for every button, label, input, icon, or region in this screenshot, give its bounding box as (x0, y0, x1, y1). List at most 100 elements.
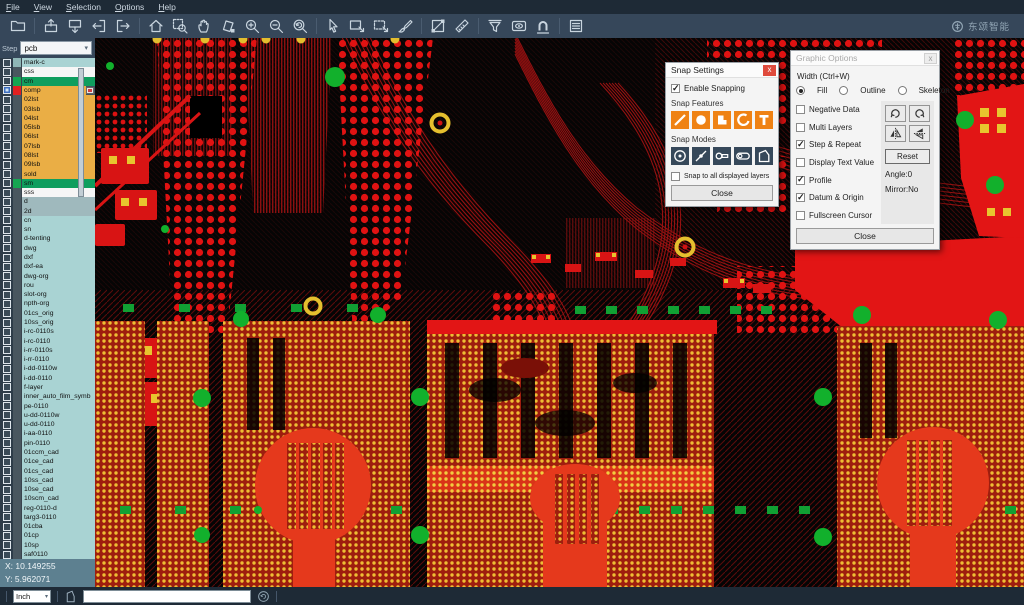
layer-row-i-rr-0110s[interactable]: i-rr-0110s (0, 346, 95, 355)
graphic-dialog-titlebar[interactable]: Graphic Options x (791, 51, 939, 66)
layer-color-swatch[interactable] (13, 420, 22, 429)
layer-color-swatch[interactable] (13, 466, 22, 475)
command-input[interactable] (83, 590, 251, 603)
step-select[interactable]: pcb ▾ (20, 41, 92, 55)
layer-color-swatch[interactable] (13, 188, 22, 197)
menu-view[interactable]: View (34, 2, 52, 12)
layer-color-swatch[interactable] (13, 336, 22, 345)
snap-mode-surface-button[interactable] (755, 147, 773, 165)
pan-button[interactable] (192, 16, 216, 37)
snap-mode-center-button[interactable] (671, 147, 689, 165)
layer-visibility-checkbox[interactable] (0, 244, 13, 253)
layer-visibility-checkbox[interactable] (0, 494, 13, 503)
checkbox-multi-layers[interactable] (796, 123, 805, 132)
layer-color-swatch[interactable] (13, 169, 22, 178)
layer-color-swatch[interactable] (13, 392, 22, 401)
layer-row-i-dd-0110[interactable]: i-dd-0110 (0, 374, 95, 383)
layer-row-cn[interactable]: cn (0, 216, 95, 225)
layer-row-d[interactable]: d (0, 197, 95, 206)
snap-all-layers-row[interactable]: Snap to all displayed layers (671, 172, 773, 181)
menu-file[interactable]: File (6, 2, 20, 12)
layer-visibility-checkbox[interactable] (0, 550, 13, 559)
zoom-polygon-button[interactable] (216, 16, 240, 37)
menu-options[interactable]: Options (115, 2, 144, 12)
layer-row-npth-org[interactable]: npth-org (0, 299, 95, 308)
layer-visibility-checkbox[interactable] (0, 466, 13, 475)
layer-visibility-checkbox[interactable] (0, 485, 13, 494)
snap-mode-midpoint-button[interactable] (692, 147, 710, 165)
layer-row-dwg[interactable]: dwg (0, 244, 95, 253)
layer-visibility-checkbox[interactable] (0, 207, 13, 216)
layer-color-swatch[interactable] (13, 550, 22, 559)
layer-visibility-checkbox[interactable] (0, 142, 13, 151)
snap-feature-text-button[interactable] (755, 111, 773, 129)
layer-color-swatch[interactable] (13, 541, 22, 550)
layer-visibility-checkbox[interactable] (0, 476, 13, 485)
layer-color-swatch[interactable] (13, 355, 22, 364)
layer-visibility-checkbox[interactable] (0, 309, 13, 318)
mirror-horizontal-button[interactable] (885, 125, 906, 142)
layer-color-swatch[interactable] (13, 67, 22, 76)
layer-visibility-checkbox[interactable] (0, 541, 13, 550)
layer-row-10ss_orig[interactable]: 10ss_orig (0, 318, 95, 327)
graphic-close-button[interactable]: Close (796, 228, 934, 244)
layer-visibility-checkbox[interactable] (0, 346, 13, 355)
layer-color-swatch[interactable] (13, 290, 22, 299)
layer-visibility-checkbox[interactable] (0, 448, 13, 457)
layer-visibility-checkbox[interactable] (0, 336, 13, 345)
layer-row-dxf[interactable]: dxf (0, 253, 95, 262)
layer-color-swatch[interactable] (13, 244, 22, 253)
layer-color-swatch[interactable] (13, 318, 22, 327)
layer-row-saf0110[interactable]: saf0110 (0, 550, 95, 559)
select-button[interactable] (321, 16, 345, 37)
option-row-step-repeat[interactable]: Step & Repeat (796, 136, 881, 154)
refresh-icon[interactable] (257, 590, 270, 603)
view-options-button[interactable] (507, 16, 531, 37)
snap-feature-arc-button[interactable] (734, 111, 752, 129)
layer-visibility-checkbox[interactable] (0, 225, 13, 234)
layer-row-dxf-ea[interactable]: dxf-ea (0, 262, 95, 271)
checkbox-step-repeat[interactable] (796, 140, 805, 149)
option-row-fullscreen-cursor[interactable]: Fullscreen Cursor (796, 207, 881, 225)
layer-color-swatch[interactable] (13, 114, 22, 123)
layer-color-swatch[interactable] (13, 234, 22, 243)
snap-feature-circle-button[interactable] (692, 111, 710, 129)
line-tool-button[interactable] (426, 16, 450, 37)
layer-visibility-checkbox[interactable] (0, 411, 13, 420)
open-button[interactable] (6, 16, 30, 37)
option-row-display-text-value[interactable]: Display Text Value (796, 154, 881, 172)
snap-mode-slot-button[interactable] (734, 147, 752, 165)
layer-color-swatch[interactable] (13, 299, 22, 308)
layer-visibility-checkbox[interactable] (0, 197, 13, 206)
checkbox-profile[interactable] (796, 176, 805, 185)
layer-visibility-checkbox[interactable] (0, 132, 13, 141)
pcb-canvas[interactable]: Snap Settings x Enable Snapping Snap Fea… (95, 38, 1024, 587)
layer-color-swatch[interactable] (13, 531, 22, 540)
rotate-ccw-button[interactable] (909, 105, 930, 122)
layer-panel-button[interactable] (564, 16, 588, 37)
snap-button[interactable] (531, 16, 555, 37)
layer-color-swatch[interactable] (13, 253, 22, 262)
layer-visibility-checkbox[interactable] (0, 104, 13, 113)
layer-row-01cp[interactable]: 01cp (0, 531, 95, 540)
layer-row-10scm_cad[interactable]: 10scm_cad (0, 494, 95, 503)
layer-row-01cs_orig[interactable]: 01cs_orig (0, 309, 95, 318)
layer-color-swatch[interactable] (13, 476, 22, 485)
layer-row-i-rc-0110s[interactable]: i-rc-0110s (0, 327, 95, 336)
layer-color-swatch[interactable] (13, 197, 22, 206)
layer-color-swatch[interactable] (13, 494, 22, 503)
layer-visibility-checkbox[interactable] (0, 457, 13, 466)
layer-visibility-checkbox[interactable] (0, 401, 13, 410)
zoom-in-button[interactable] (240, 16, 264, 37)
radio-outline[interactable] (839, 86, 848, 95)
layer-visibility-checkbox[interactable] (0, 429, 13, 438)
snap-feature-line-button[interactable] (671, 111, 689, 129)
layer-visibility-checkbox[interactable] (0, 123, 13, 132)
layer-row-01ccm_cad[interactable]: 01ccm_cad (0, 448, 95, 457)
layer-row-u-dd-0110[interactable]: u-dd-0110 (0, 420, 95, 429)
layer-color-swatch[interactable] (13, 160, 22, 169)
layer-visibility-checkbox[interactable] (0, 77, 13, 86)
option-row-multi-layers[interactable]: Multi Layers (796, 119, 881, 137)
layer-color-swatch[interactable] (13, 346, 22, 355)
checkbox-negative-data[interactable] (796, 105, 805, 114)
